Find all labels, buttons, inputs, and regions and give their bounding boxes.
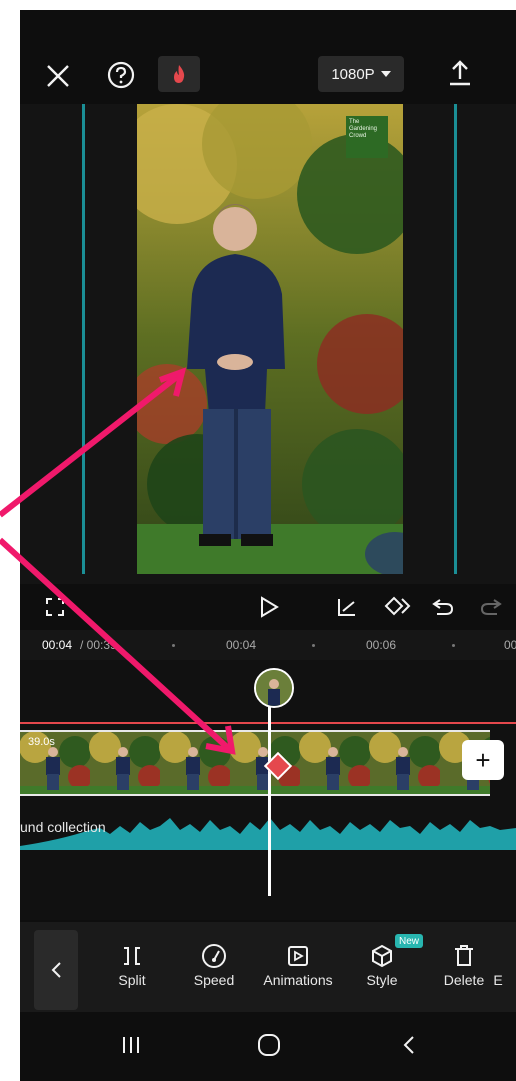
curve-icon[interactable] xyxy=(332,592,362,622)
system-nav-bar xyxy=(20,1012,516,1081)
style-button[interactable]: Style xyxy=(342,940,422,1006)
style-icon xyxy=(370,940,394,972)
recent-apps-icon[interactable] xyxy=(116,1030,146,1060)
video-clip[interactable] xyxy=(20,730,490,796)
add-clip-button[interactable]: + xyxy=(462,740,504,780)
home-icon[interactable] xyxy=(254,1030,284,1060)
app-screen: 1080P The Gardening Crowd 00:04 / 00:39 … xyxy=(20,10,516,1081)
resolution-button[interactable]: 1080P xyxy=(318,56,404,92)
playhead[interactable] xyxy=(268,682,271,896)
total-time: / 00:39 xyxy=(80,638,117,652)
chevron-left-icon xyxy=(51,962,61,978)
more-tool-label: E xyxy=(493,972,503,988)
export-icon[interactable] xyxy=(444,56,476,90)
tick-dot xyxy=(172,644,175,647)
chevron-down-icon xyxy=(380,71,391,77)
playhead-thumbnail[interactable] xyxy=(254,668,294,708)
split-icon xyxy=(120,940,144,972)
current-time: 00:04 xyxy=(42,638,73,652)
more-tool-button[interactable]: E xyxy=(478,940,516,1006)
tick-dot xyxy=(452,644,455,647)
split-label: Split xyxy=(118,972,146,988)
tick-label: 00:04 xyxy=(226,638,257,652)
close-icon[interactable] xyxy=(42,60,74,92)
resolution-label: 1080P xyxy=(331,65,375,83)
right-guide-line xyxy=(454,104,457,574)
redo-icon[interactable] xyxy=(476,592,506,622)
speed-label: Speed xyxy=(193,972,235,988)
tick-label: 00:06 xyxy=(366,638,397,652)
animations-icon xyxy=(286,940,310,972)
player-controls xyxy=(20,582,516,632)
plus-icon: + xyxy=(475,744,491,775)
style-label: Style xyxy=(366,972,398,988)
split-button[interactable]: Split xyxy=(92,940,172,1006)
timeline[interactable]: 00:04 / 00:39 00:04 00:06 00 39.0s + und… xyxy=(20,630,516,920)
channel-logo: The Gardening Crowd xyxy=(346,116,388,158)
flame-icon[interactable] xyxy=(158,56,200,92)
speed-button[interactable]: Speed xyxy=(174,940,254,1006)
audio-track-label: und collection xyxy=(20,819,106,835)
new-badge: New xyxy=(395,934,423,948)
speed-icon xyxy=(201,940,227,972)
keyframe-icon[interactable] xyxy=(378,590,414,622)
edit-toolbar: Split Speed Animations Style Delete E xyxy=(20,922,516,1012)
toolbar-back-button[interactable] xyxy=(34,930,78,1010)
fullscreen-icon[interactable] xyxy=(40,592,70,622)
animations-button[interactable]: Animations xyxy=(258,940,338,1006)
help-icon[interactable] xyxy=(104,58,138,92)
top-bar: 1080P xyxy=(20,10,516,100)
delete-icon xyxy=(452,940,476,972)
video-preview-area: The Gardening Crowd xyxy=(20,104,516,584)
play-icon[interactable] xyxy=(254,592,284,622)
tick-label: 00 xyxy=(504,638,516,652)
clip-duration: 39.0s xyxy=(28,736,55,748)
video-preview[interactable]: The Gardening Crowd xyxy=(137,104,403,574)
animations-label: Animations xyxy=(263,972,333,988)
undo-icon[interactable] xyxy=(428,592,458,622)
tick-dot xyxy=(312,644,315,647)
back-icon[interactable] xyxy=(394,1030,424,1060)
left-guide-line xyxy=(82,104,85,574)
time-ruler: 00:04 / 00:39 00:04 00:06 00 xyxy=(20,630,516,660)
